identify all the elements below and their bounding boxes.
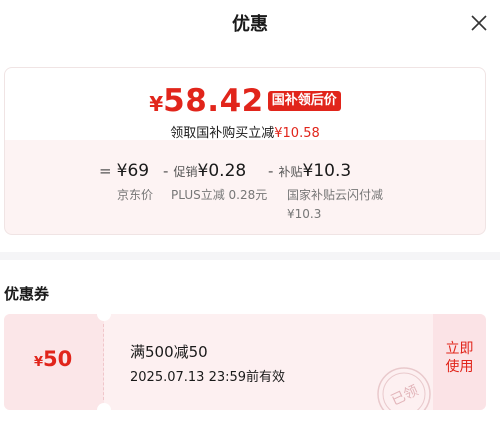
- sheet-header: 优惠: [0, 0, 500, 50]
- promo-caption: PLUS立减 0.28元: [171, 188, 268, 202]
- equals-sign: =: [99, 162, 112, 180]
- subsidy-caption-line2: ¥10.3: [287, 207, 322, 221]
- use-now-button[interactable]: 立即 使用: [433, 314, 486, 410]
- coupon-condition: 满500减50: [130, 343, 208, 361]
- claimed-stamp-icon: 已领: [377, 367, 431, 410]
- discount-summary-amount: ¥10.58: [274, 126, 320, 141]
- subsidy-value: ¥10.3: [302, 161, 352, 181]
- coupon-validity: 2025.07.13 23:59前有效: [130, 370, 286, 385]
- coupons-section-title: 优惠券: [4, 285, 50, 303]
- formula-subsidy: - 补贴¥10.3: [268, 161, 351, 181]
- coupon-amount: ¥50: [34, 347, 72, 371]
- discount-summary: 领取国补购买立减¥10.58: [5, 122, 485, 141]
- promo-value: ¥0.28: [197, 161, 247, 181]
- coupon-dashed-divider: [103, 324, 104, 400]
- close-icon[interactable]: [470, 14, 488, 32]
- price-breakdown-card: ¥58.42 国补领后价 领取国补购买立减¥10.58 = ¥69 - 促销¥0.…: [4, 67, 486, 235]
- use-now-line1: 立即: [445, 341, 474, 357]
- coupon-value: 50: [43, 347, 73, 371]
- minus-sign: -: [163, 162, 169, 180]
- formula-base: = ¥69: [99, 161, 149, 181]
- base-price-caption: 京东价: [117, 188, 154, 202]
- promo-label: 促销: [173, 165, 198, 179]
- price-formula: = ¥69 - 促销¥0.28 - 补贴¥10.3 京东价 PLUS立减 0.2…: [5, 161, 487, 231]
- discount-summary-label: 领取国补购买立减: [170, 126, 275, 141]
- sheet-title: 优惠: [232, 14, 268, 35]
- stamp-text: 已领: [389, 383, 421, 409]
- section-divider: [0, 252, 500, 260]
- coupon-card: ¥50 满500减50 2025.07.13 23:59前有效 已领 立即 使用: [4, 314, 486, 410]
- minus-sign: -: [268, 162, 274, 180]
- price-amount: 58.42: [163, 83, 264, 119]
- base-price: ¥69: [116, 161, 150, 181]
- coupon-notch-bottom: [97, 403, 111, 410]
- final-price: ¥58.42 国补领后价: [5, 83, 485, 119]
- price-currency: ¥: [149, 92, 164, 116]
- use-now-line2: 使用: [445, 359, 474, 375]
- formula-promo: - 促销¥0.28: [163, 161, 246, 181]
- subsidy-caption-line1: 国家补贴云闪付减: [287, 188, 384, 202]
- price-badge: 国补领后价: [267, 91, 341, 111]
- coupon-currency: ¥: [34, 355, 44, 370]
- subsidy-label: 补贴: [278, 165, 303, 179]
